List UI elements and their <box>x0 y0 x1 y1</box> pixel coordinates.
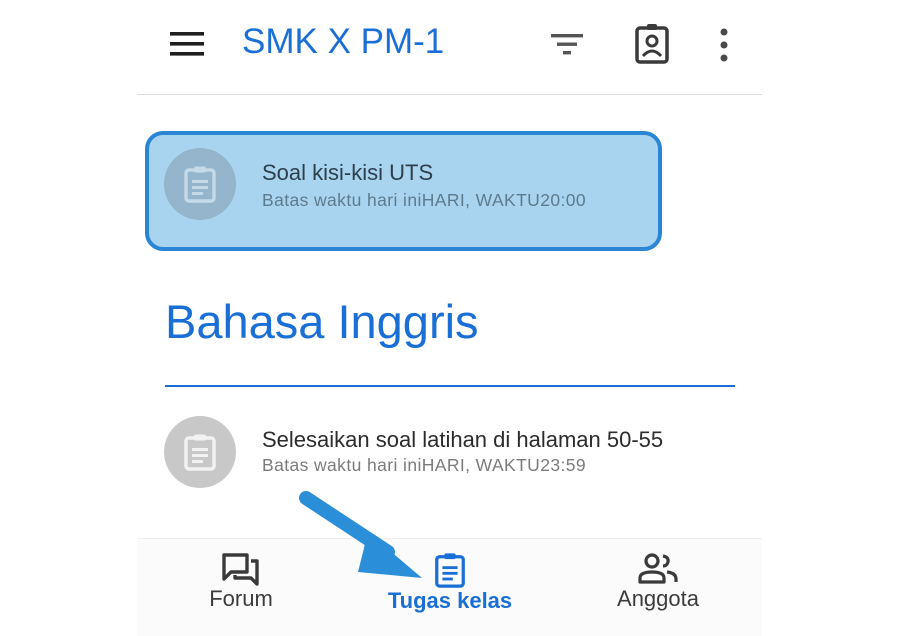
people-icon <box>638 553 678 584</box>
nav-tab-forum[interactable]: Forum <box>196 552 286 612</box>
filter-icon[interactable] <box>549 30 585 58</box>
assignment-due: Batas waktu hari iniHARI, WAKTU20:00 <box>262 190 587 210</box>
assignment-avatar <box>164 148 236 220</box>
more-vert-icon[interactable] <box>712 25 736 65</box>
assignment-ind-icon[interactable] <box>634 22 670 64</box>
nav-label-tugas-kelas: Tugas kelas <box>387 588 513 613</box>
assignment-icon <box>435 553 465 588</box>
assignment-icon <box>184 166 216 203</box>
class-title: SMK X PM-1 <box>242 22 445 61</box>
assignment-due: Batas waktu hari iniHARI, WAKTU23:59 <box>262 455 587 475</box>
nav-tab-anggota[interactable]: Anggota <box>598 552 718 612</box>
nav-label-forum: Forum <box>209 586 273 611</box>
topic-divider <box>165 385 735 387</box>
assignment-title[interactable]: Soal kisi-kisi UTS <box>262 160 433 186</box>
assignment-icon <box>184 434 216 471</box>
forum-icon <box>222 553 259 586</box>
assignment-title[interactable]: Selesaikan soal latihan di halaman 50-55 <box>262 427 663 453</box>
nav-label-anggota: Anggota <box>617 586 699 611</box>
topic-title: Bahasa Inggris <box>165 295 479 348</box>
pointer-arrow-icon <box>299 491 422 578</box>
menu-icon[interactable] <box>170 30 204 58</box>
assignment-avatar <box>164 416 236 488</box>
